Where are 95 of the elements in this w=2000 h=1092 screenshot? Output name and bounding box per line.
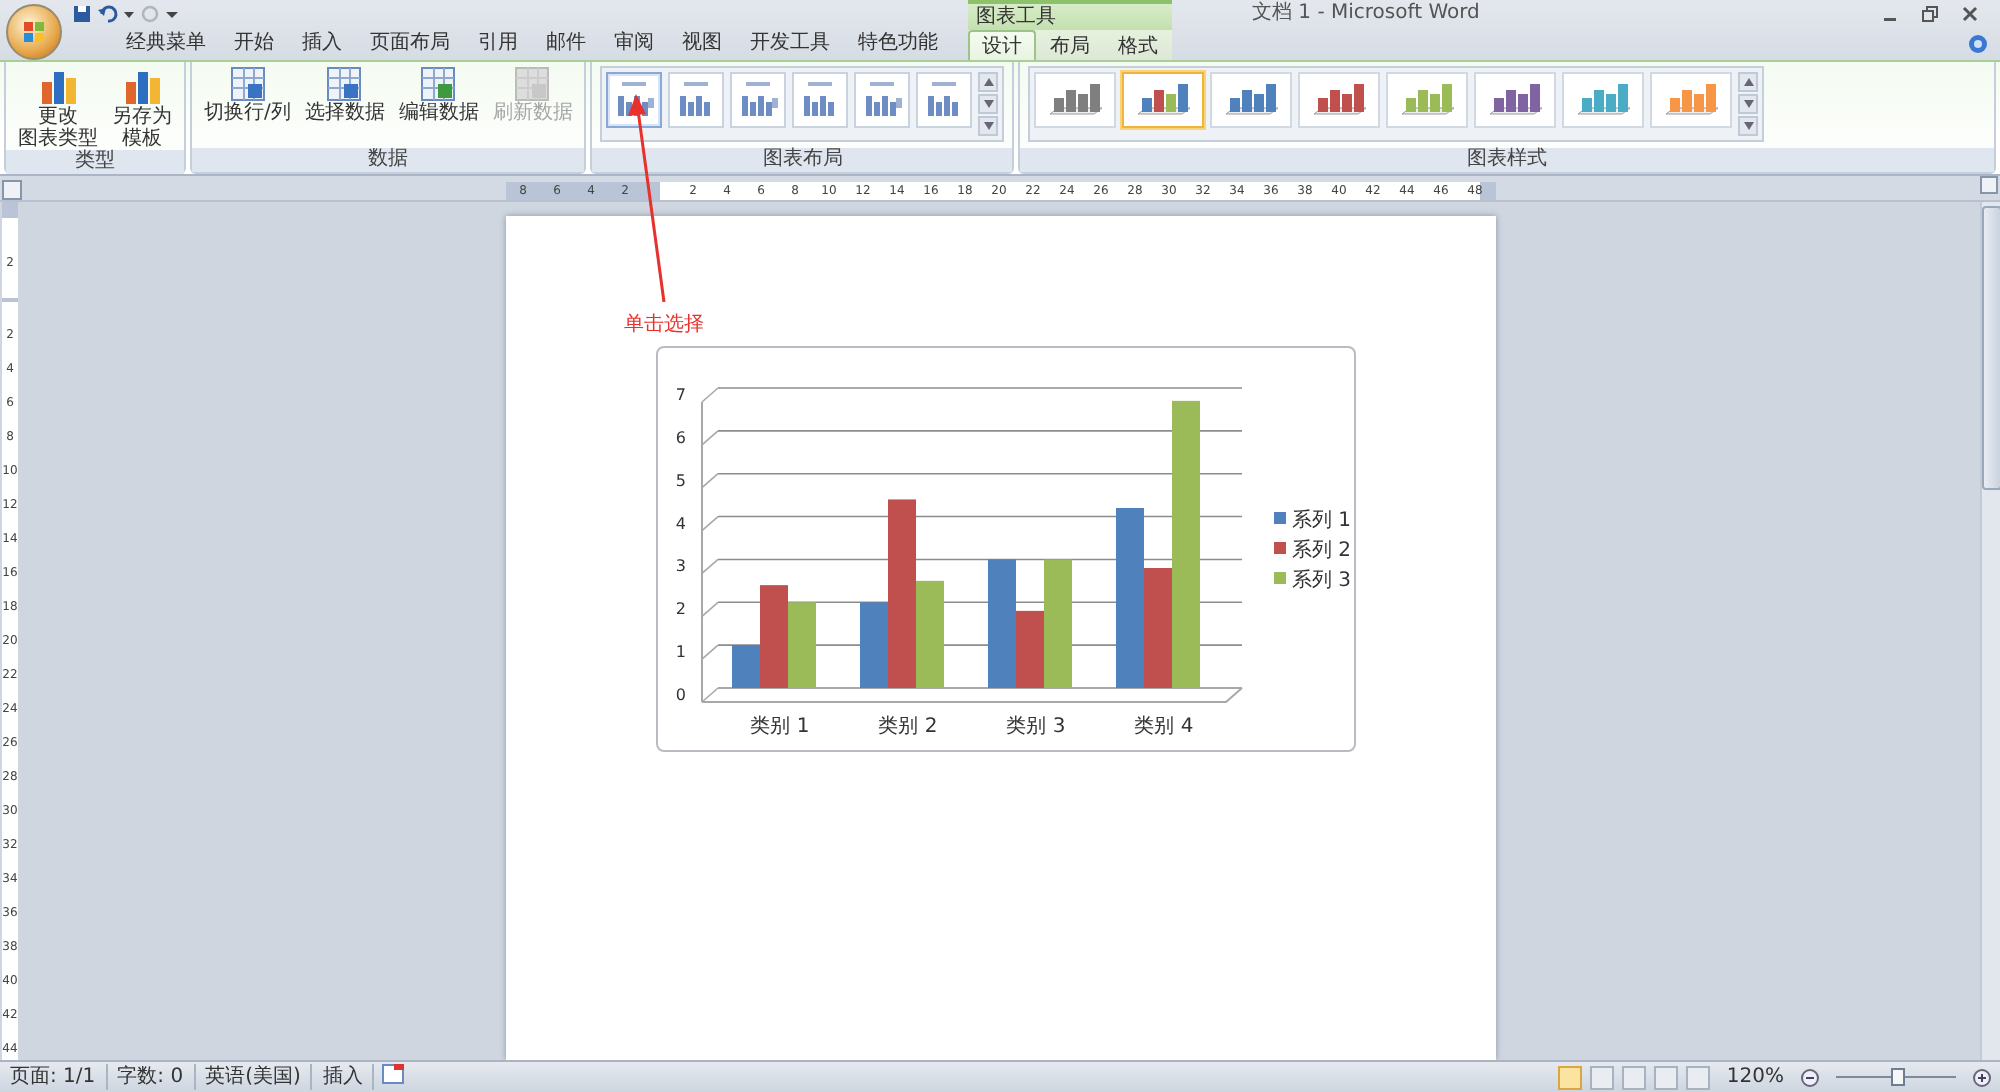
chart-layout-option[interactable] — [730, 72, 787, 128]
legend-label: 系列 1 — [1291, 510, 1351, 532]
more-button[interactable] — [978, 116, 999, 136]
bar-chart-icon — [122, 66, 162, 106]
ribbon-tab[interactable]: 插入 — [288, 26, 356, 60]
status-item: 英语(美国) — [195, 1064, 313, 1090]
chart-style-option[interactable] — [1298, 72, 1381, 128]
caret-down-icon — [983, 122, 994, 130]
chart-style-option[interactable] — [1562, 72, 1645, 128]
chart-layout-option[interactable] — [854, 72, 911, 128]
caret-up-icon — [983, 78, 994, 86]
save-as-template-button[interactable]: 另存为 模板 — [108, 66, 176, 150]
axis-tick-label: 0 — [674, 686, 685, 704]
more-button[interactable] — [1738, 116, 1759, 136]
category-label: 类别 4 — [1133, 716, 1193, 738]
ribbon-tab[interactable]: 视图 — [668, 26, 736, 60]
bar — [787, 602, 815, 688]
chart-layout-icon — [860, 80, 905, 120]
caret-down-icon — [1743, 100, 1754, 108]
group-label: 数据 — [192, 148, 585, 172]
chart-layout-option[interactable] — [606, 72, 663, 128]
status-item: 插入 — [312, 1064, 375, 1090]
contextual-tab-header: 图表工具 — [968, 0, 1172, 30]
close-icon[interactable] — [1960, 4, 1980, 24]
axis-tick-label: 2 — [674, 600, 685, 619]
legend-label: 系列 3 — [1291, 570, 1351, 592]
ribbon-tab[interactable]: 开发工具 — [736, 26, 844, 60]
group-label: 图表样式 — [1020, 148, 1994, 172]
ribbon-tab[interactable]: 邮件 — [532, 26, 600, 60]
scroll-up-button[interactable] — [1738, 72, 1759, 92]
zoom-level: 120% — [1724, 1066, 1786, 1088]
chart-layout-option[interactable] — [668, 72, 725, 128]
table-icon — [420, 66, 457, 102]
spelling-check-icon — [382, 1064, 405, 1084]
category-label: 类别 2 — [877, 716, 937, 738]
zoom-in-icon[interactable] — [1972, 1067, 1992, 1087]
chart-style-option[interactable] — [1034, 72, 1117, 128]
ribbon-tab[interactable]: 特色功能 — [844, 26, 952, 60]
zoom-slider-thumb[interactable] — [1891, 1068, 1906, 1086]
tab-selector-button[interactable] — [2, 180, 22, 200]
axis-tick-label: 4 — [674, 514, 685, 533]
scroll-up-button[interactable] — [978, 72, 999, 92]
table-icon — [326, 66, 363, 102]
axis-tick-label: 6 — [674, 428, 685, 447]
ribbon-tab[interactable]: 页面布局 — [356, 26, 464, 60]
scroll-down-button[interactable] — [1738, 94, 1759, 114]
ruler-toggle-icon[interactable] — [1980, 176, 1998, 194]
ribbon-tab[interactable]: 经典菜单 — [112, 26, 220, 60]
chart-layout-icon — [736, 80, 781, 120]
office-logo-icon — [22, 20, 46, 44]
restore-icon[interactable] — [1920, 4, 1940, 24]
caret-up-icon — [1743, 78, 1754, 86]
ribbon-tab[interactable]: 引用 — [464, 26, 532, 60]
axis-tick-label: 3 — [674, 557, 685, 576]
ribbon-tab[interactable]: 布局 — [1036, 30, 1104, 64]
chart-style-option[interactable] — [1122, 72, 1205, 128]
table-icon — [514, 66, 551, 102]
save-icon[interactable] — [72, 4, 92, 24]
zoom-out-icon[interactable] — [1800, 1067, 1820, 1087]
axis-tick-label: 5 — [674, 471, 685, 490]
group-label: 类型 — [6, 150, 184, 174]
bar-chart-icon — [1133, 82, 1194, 118]
undo-icon[interactable] — [98, 4, 118, 24]
axis-tick-label: 7 — [674, 386, 685, 404]
axis-tick-label: 1 — [674, 643, 685, 662]
caret-down-icon — [1743, 122, 1754, 130]
status-item: 字数: 0 — [107, 1064, 196, 1090]
category-label: 类别 3 — [1005, 716, 1065, 738]
data-button[interactable]: 选择数据 — [300, 66, 389, 124]
chart-style-option[interactable] — [1474, 72, 1557, 128]
change-chart-type-button[interactable]: 更改 图表类型 — [14, 66, 102, 150]
scroll-down-button[interactable] — [978, 94, 999, 114]
ribbon-tab[interactable]: 格式 — [1104, 30, 1172, 64]
chart-style-option[interactable] — [1650, 72, 1733, 128]
ribbon-tab[interactable]: 审阅 — [600, 26, 668, 60]
chart-style-option[interactable] — [1386, 72, 1469, 128]
vertical-scrollbar[interactable] — [1980, 202, 2000, 1060]
office-button[interactable] — [6, 4, 62, 60]
caret-down-icon — [983, 100, 994, 108]
data-button[interactable]: 切换行/列 — [200, 66, 295, 124]
bar-chart-icon — [38, 66, 78, 106]
annotation-text: 单击选择 — [624, 311, 704, 338]
window-title: 文档 1 - Microsoft Word — [1250, 0, 1482, 28]
chart-frame[interactable]: 0 1 2 3 4 5 6 7 类别 1 类别 2 类别 3 类别 4 系列 1 系列 2 系列 3 — [655, 346, 1355, 752]
chart-layout-option[interactable] — [792, 72, 849, 128]
help-icon[interactable] — [1968, 34, 1988, 54]
ribbon-tab[interactable]: 开始 — [220, 26, 288, 60]
data-button[interactable]: 编辑数据 — [394, 66, 483, 124]
category-label: 类别 1 — [749, 716, 809, 738]
table-icon — [229, 66, 266, 102]
chart-style-option[interactable] — [1210, 72, 1293, 128]
chart-layout-option[interactable] — [916, 72, 973, 128]
status-item: 页面: 1/1 — [0, 1064, 108, 1090]
legend-label: 系列 2 — [1291, 540, 1351, 562]
group-label: 图表布局 — [592, 148, 1013, 172]
